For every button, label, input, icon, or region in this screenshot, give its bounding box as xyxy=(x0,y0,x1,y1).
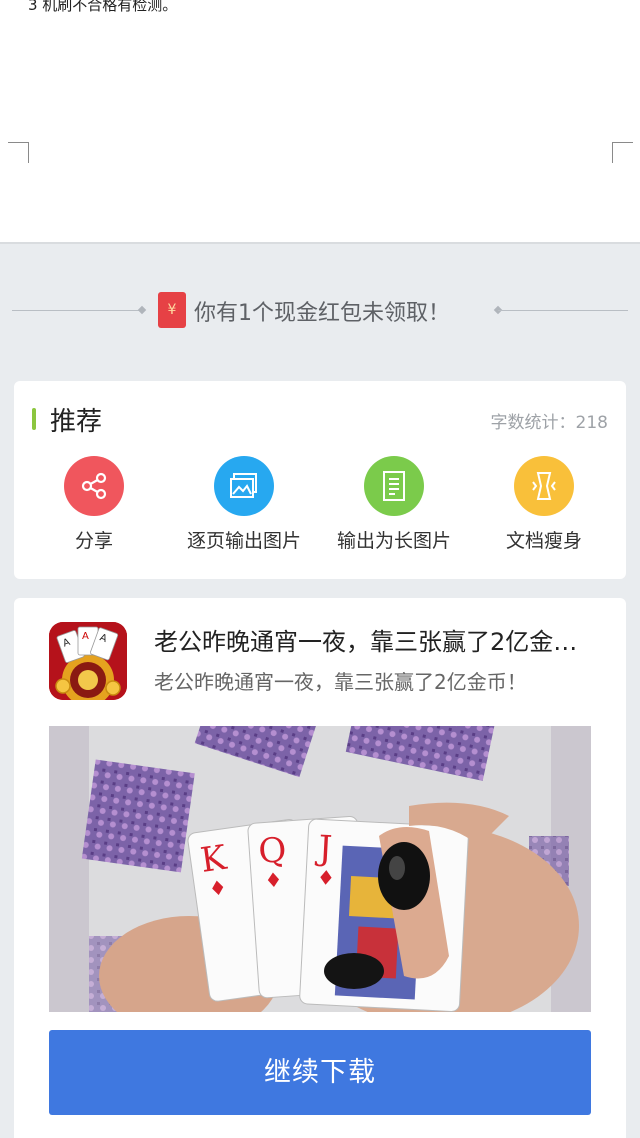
divider-left xyxy=(12,310,142,311)
page-margin-corner-left xyxy=(8,142,29,163)
slim-document-button[interactable]: 文档瘦身 xyxy=(469,456,619,553)
image-icon xyxy=(214,456,274,516)
document-icon xyxy=(364,456,424,516)
svg-text:A: A xyxy=(82,631,89,642)
svg-text:Q: Q xyxy=(257,830,288,872)
document-text-line: 3 机刷不合格有检测。 xyxy=(28,0,178,14)
word-count: 字数统计：218 xyxy=(490,413,608,433)
export-long-image-button[interactable]: 输出为长图片 xyxy=(319,456,469,553)
divider-right xyxy=(498,310,628,311)
share-icon xyxy=(64,456,124,516)
share-button[interactable]: 分享 xyxy=(19,456,169,553)
document-page: 3 机刷不合格有检测。 xyxy=(0,0,640,244)
red-packet-banner[interactable]: ¥ 你有1个现金红包未领取！ xyxy=(0,290,640,330)
export-pages-as-images-button[interactable]: 逐页输出图片 xyxy=(169,456,319,553)
ad-subtitle: 老公昨晚通宵一夜，靠三张赢了2亿金币！ xyxy=(154,670,527,694)
share-label: 分享 xyxy=(74,530,113,552)
continue-download-button[interactable]: 继续下载 xyxy=(49,1030,591,1115)
recommend-card: 推荐 字数统计：218 分享 逐页输出图片 输出为长图片 文档瘦身 xyxy=(14,381,626,579)
slim-document-label: 文档瘦身 xyxy=(505,530,582,552)
game-app-icon[interactable]: A A A xyxy=(49,622,127,700)
ad-image[interactable]: K ♦ Q ♦ J ♦ xyxy=(49,726,591,1012)
svg-text:♦: ♦ xyxy=(316,865,335,890)
export-long-image-label: 输出为长图片 xyxy=(336,530,451,552)
svg-text:♦: ♦ xyxy=(264,867,284,892)
ad-card[interactable]: A A A 老公昨晚通宵一夜，靠三张赢了2亿金币！ 老公昨晚通宵一夜，靠三张赢了… xyxy=(14,598,626,1138)
export-pages-label: 逐页输出图片 xyxy=(186,530,301,552)
red-packet-text[interactable]: 你有1个现金红包未领取！ xyxy=(194,295,450,327)
svg-text:♦: ♦ xyxy=(207,875,228,901)
recommend-title: 推荐 xyxy=(50,407,103,437)
section-accent-bar xyxy=(32,408,36,430)
red-envelope-icon: ¥ xyxy=(158,292,186,328)
page-margin-corner-right xyxy=(612,142,633,163)
slim-document-icon xyxy=(514,456,574,516)
divider-dot-left xyxy=(137,305,147,315)
ad-title[interactable]: 老公昨晚通宵一夜，靠三张赢了2亿金币！ xyxy=(154,622,594,657)
